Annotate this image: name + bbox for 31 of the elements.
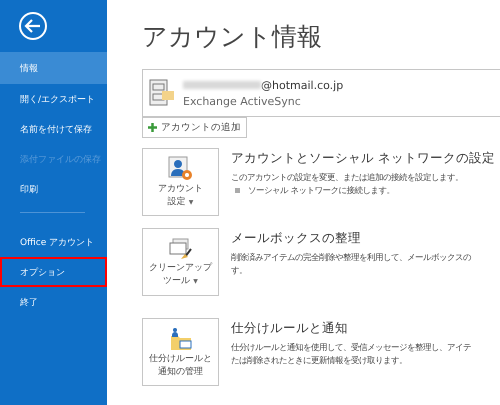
bullet-text: ソーシャル ネットワークに接続します。 bbox=[248, 184, 395, 198]
tile-label: 通知の管理 bbox=[158, 367, 203, 378]
bullet-icon bbox=[235, 188, 240, 194]
sidebar-item[interactable]: 開く/エクスポート bbox=[0, 84, 107, 114]
section-description: 削除済みアイテムの完全削除や整理を利用して、メールボックスの bbox=[231, 251, 471, 264]
person-gear-icon bbox=[168, 156, 194, 182]
page-title: アカウント情報 bbox=[142, 21, 323, 53]
section-description: す。 bbox=[231, 264, 248, 278]
tile-label: クリーンアップ bbox=[149, 262, 212, 274]
tile-button[interactable]: 仕分けルールと 通知の管理 bbox=[142, 318, 219, 386]
sidebar-item[interactable]: 終了 bbox=[0, 287, 107, 317]
account-type: Exchange ActiveSync bbox=[183, 94, 302, 108]
section-description: 仕分けルールと通知を使用して、受信メッセージを整理し、アイテ bbox=[231, 341, 471, 354]
section-description: このアカウントの設定を変更、または追加の接続を設定します。 bbox=[231, 171, 464, 184]
tile-label: アカウント bbox=[158, 184, 203, 195]
add-account-button[interactable]: アカウントの追加 bbox=[142, 117, 247, 138]
account-card[interactable]: @hotmail.co.jp Exchange ActiveSync bbox=[142, 69, 500, 117]
section-title: メールボックスの整理 bbox=[231, 230, 362, 247]
sidebar-item[interactable]: 情報 bbox=[0, 52, 107, 84]
tile-label: 仕分けルールと bbox=[149, 354, 212, 365]
sidebar-item[interactable]: Office アカウント bbox=[0, 227, 107, 257]
sidebar-item[interactable]: 名前を付けて保存 bbox=[0, 114, 107, 144]
section-description: たは削除されたときに更新情報を受け取ります。 bbox=[231, 354, 408, 368]
mail-server-icon bbox=[149, 79, 175, 107]
sidebar-item[interactable]: オプション bbox=[0, 257, 107, 287]
section-title: アカウントとソーシャル ネットワークの設定 bbox=[231, 150, 495, 167]
mail-broom-icon bbox=[168, 236, 194, 261]
section-title: 仕分けルールと通知 bbox=[231, 320, 349, 337]
sidebar-item[interactable]: 印刷 bbox=[0, 174, 107, 204]
account-email: @hotmail.co.jp bbox=[261, 78, 344, 92]
plus-icon bbox=[148, 123, 157, 132]
